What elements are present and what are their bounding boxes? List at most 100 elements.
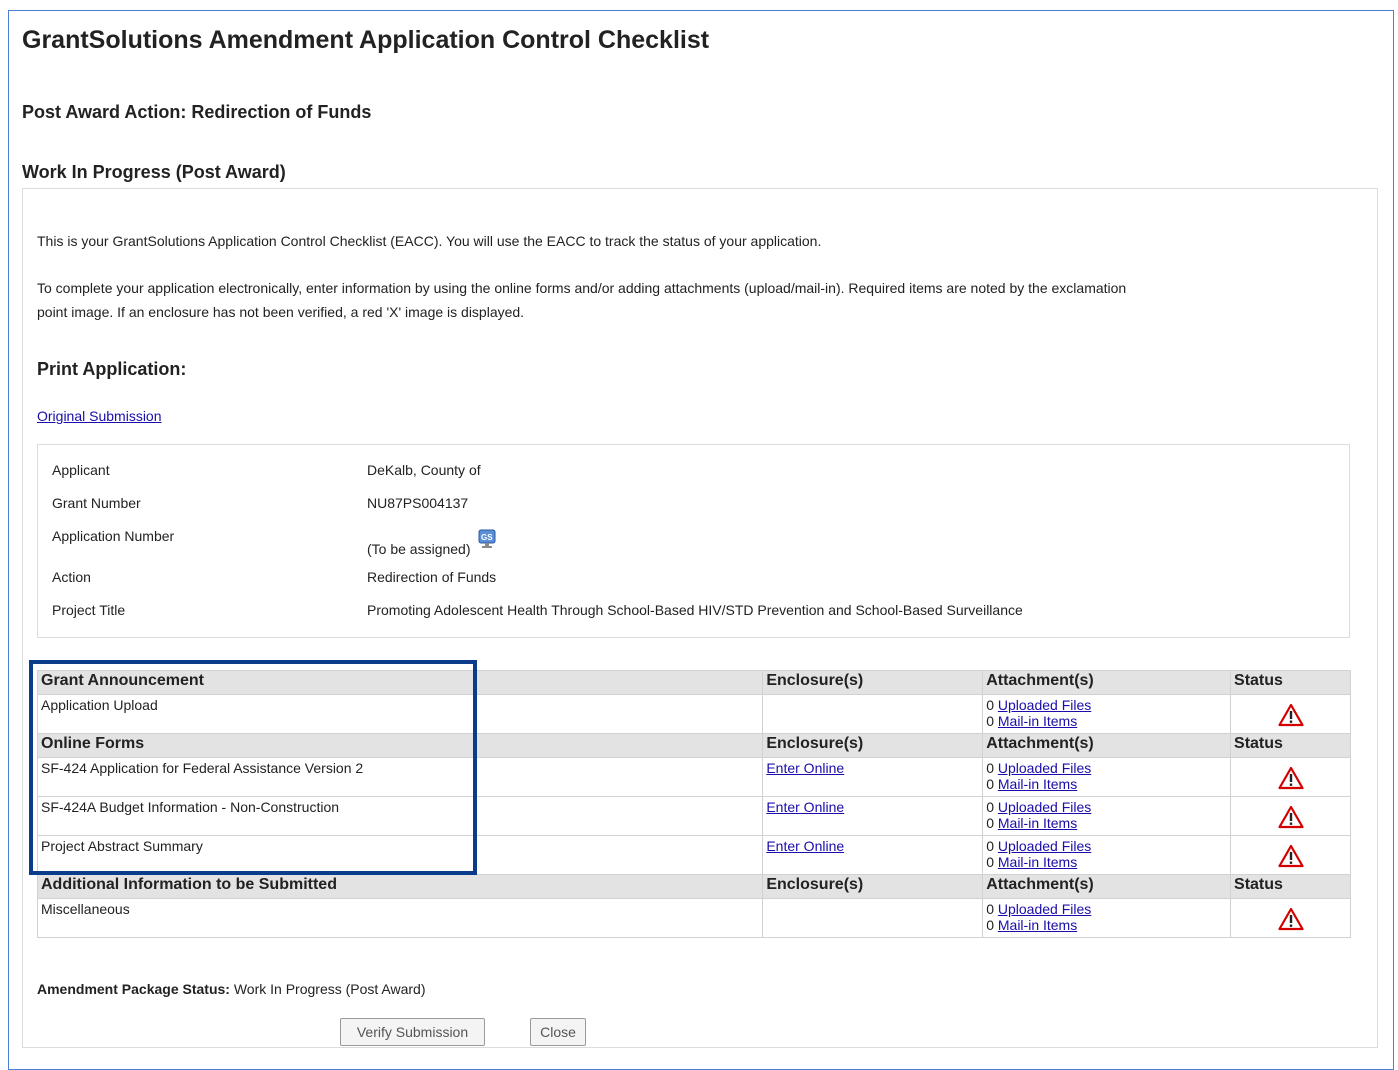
uploaded-files-line: 0 Uploaded Files — [986, 799, 1227, 815]
item-name: SF-424A Budget Information - Non-Constru… — [36, 796, 764, 836]
mailin-items-line: 0 Mail-in Items — [986, 713, 1227, 729]
uploaded-files-line: 0 Uploaded Files — [986, 901, 1227, 917]
mailin-items-line: 0 Mail-in Items — [986, 917, 1227, 933]
section-header-row: Online Forms Enclosure(s) Attachment(s) Sta… — [36, 733, 1351, 758]
application-number-value-wrap: (To be assigned) GS — [367, 529, 498, 557]
section-header-row: Grant Announcement Enclosure(s) Attachment… — [36, 670, 1351, 695]
action-value: Redirection of Funds — [367, 569, 497, 585]
mailin-items-link[interactable]: Mail-in Items — [998, 776, 1077, 792]
uploaded-count: 0 — [986, 760, 994, 776]
enclosure-cell: Enter Online — [762, 796, 984, 836]
action-label: Action — [52, 569, 91, 585]
enclosures-header: Enclosure(s) — [762, 733, 984, 758]
application-info-box: Applicant DeKalb, County of Grant Number… — [37, 444, 1350, 638]
uploaded-files-link[interactable]: Uploaded Files — [998, 697, 1091, 713]
warning-icon[interactable] — [1277, 844, 1304, 871]
grant-number-value: NU87PS004137 — [367, 495, 469, 511]
attachments-header: Attachment(s) — [982, 670, 1232, 695]
attachments-cell: 0 Uploaded Files 0 Mail-in Items — [982, 694, 1232, 734]
enclosures-header: Enclosure(s) — [762, 874, 984, 899]
uploaded-count: 0 — [986, 697, 994, 713]
mailin-count: 0 — [986, 815, 994, 831]
mailin-items-link[interactable]: Mail-in Items — [998, 815, 1077, 831]
work-status-heading: Work In Progress (Post Award) — [22, 162, 286, 182]
warning-icon[interactable] — [1277, 907, 1304, 934]
table-row: Miscellaneous 0 Uploaded Files 0 Mail-in I… — [36, 898, 1351, 938]
attachments-header: Attachment(s) — [982, 733, 1232, 758]
item-name: Miscellaneous — [36, 898, 764, 938]
mailin-items-line: 0 Mail-in Items — [986, 815, 1227, 831]
enclosure-cell: Enter Online — [762, 835, 984, 875]
section-header-row: Additional Information to be Submitted En… — [36, 874, 1351, 899]
mailin-count: 0 — [986, 776, 994, 792]
mailin-items-line: 0 Mail-in Items — [986, 776, 1227, 792]
package-status-value: Work In Progress (Post Award) — [233, 981, 426, 997]
attachments-cell: 0 Uploaded Files 0 Mail-in Items — [982, 757, 1232, 797]
svg-text:GS: GS — [481, 533, 493, 542]
uploaded-files-link[interactable]: Uploaded Files — [998, 838, 1091, 854]
status-cell — [1230, 835, 1351, 875]
enclosure-cell — [762, 694, 984, 734]
verify-submission-button[interactable]: Verify Submission — [340, 1018, 485, 1046]
page-title: GrantSolutions Amendment Application Con… — [22, 26, 710, 54]
uploaded-files-line: 0 Uploaded Files — [986, 697, 1227, 713]
attachments-cell: 0 Uploaded Files 0 Mail-in Items — [982, 898, 1232, 938]
uploaded-files-link[interactable]: Uploaded Files — [998, 799, 1091, 815]
table-row: Project Abstract Summary Enter Online 0 Up… — [36, 835, 1351, 875]
status-cell — [1230, 694, 1351, 734]
grant-number-label: Grant Number — [52, 495, 141, 511]
amendment-package-status: Amendment Package Status: Work In Progre… — [37, 981, 426, 997]
table-row: SF-424 Application for Federal Assistanc… — [36, 757, 1351, 797]
warning-icon[interactable] — [1277, 805, 1304, 832]
uploaded-files-link[interactable]: Uploaded Files — [998, 901, 1091, 917]
mailin-count: 0 — [986, 917, 994, 933]
checklist-panel: This is your GrantSolutions Application … — [22, 188, 1378, 1048]
table-row: SF-424A Budget Information - Non-Constru… — [36, 796, 1351, 836]
uploaded-count: 0 — [986, 901, 994, 917]
enter-online-link[interactable]: Enter Online — [766, 838, 844, 854]
status-header: Status — [1230, 733, 1351, 758]
checklist-table: Grant Announcement Enclosure(s) Attachment… — [36, 670, 1351, 938]
application-number-label: Application Number — [52, 528, 175, 544]
applicant-label: Applicant — [52, 462, 110, 478]
uploaded-files-link[interactable]: Uploaded Files — [998, 760, 1091, 776]
warning-icon[interactable] — [1277, 703, 1304, 730]
table-row: Application Upload 0 Uploaded Files 0 Mail… — [36, 694, 1351, 734]
gs-icon[interactable]: GS — [478, 529, 498, 549]
uploaded-count: 0 — [986, 838, 994, 854]
status-cell — [1230, 796, 1351, 836]
intro-paragraph-1: This is your GrantSolutions Application … — [37, 233, 822, 249]
mailin-count: 0 — [986, 854, 994, 870]
item-name: SF-424 Application for Federal Assistanc… — [36, 757, 764, 797]
package-status-label: Amendment Package Status: — [37, 981, 230, 997]
status-cell — [1230, 898, 1351, 938]
status-header: Status — [1230, 670, 1351, 695]
uploaded-files-line: 0 Uploaded Files — [986, 838, 1227, 854]
project-title-label: Project Title — [52, 602, 126, 618]
item-name: Project Abstract Summary — [36, 835, 764, 875]
uploaded-count: 0 — [986, 799, 994, 815]
enclosure-cell — [762, 898, 984, 938]
mailin-items-link[interactable]: Mail-in Items — [998, 917, 1077, 933]
intro-paragraph-2-line-2: point image. If an enclosure has not bee… — [37, 304, 525, 320]
enclosure-cell: Enter Online — [762, 757, 984, 797]
application-number-value: (To be assigned) — [367, 541, 471, 557]
original-submission-link[interactable]: Original Submission — [37, 408, 162, 424]
mailin-items-line: 0 Mail-in Items — [986, 854, 1227, 870]
mailin-items-link[interactable]: Mail-in Items — [998, 854, 1077, 870]
enter-online-link[interactable]: Enter Online — [766, 760, 844, 776]
close-button[interactable]: Close — [530, 1018, 586, 1046]
enclosures-header: Enclosure(s) — [762, 670, 984, 695]
status-header: Status — [1230, 874, 1351, 899]
status-cell — [1230, 757, 1351, 797]
applicant-value: DeKalb, County of — [367, 462, 481, 478]
mailin-count: 0 — [986, 713, 994, 729]
mailin-items-link[interactable]: Mail-in Items — [998, 713, 1077, 729]
attachments-cell: 0 Uploaded Files 0 Mail-in Items — [982, 796, 1232, 836]
section-title: Additional Information to be Submitted — [36, 874, 764, 899]
warning-icon[interactable] — [1277, 766, 1304, 793]
project-title-value: Promoting Adolescent Health Through Scho… — [367, 602, 1023, 618]
intro-paragraph-2-line-1: To complete your application electronica… — [37, 280, 1127, 296]
enter-online-link[interactable]: Enter Online — [766, 799, 844, 815]
uploaded-files-line: 0 Uploaded Files — [986, 760, 1227, 776]
